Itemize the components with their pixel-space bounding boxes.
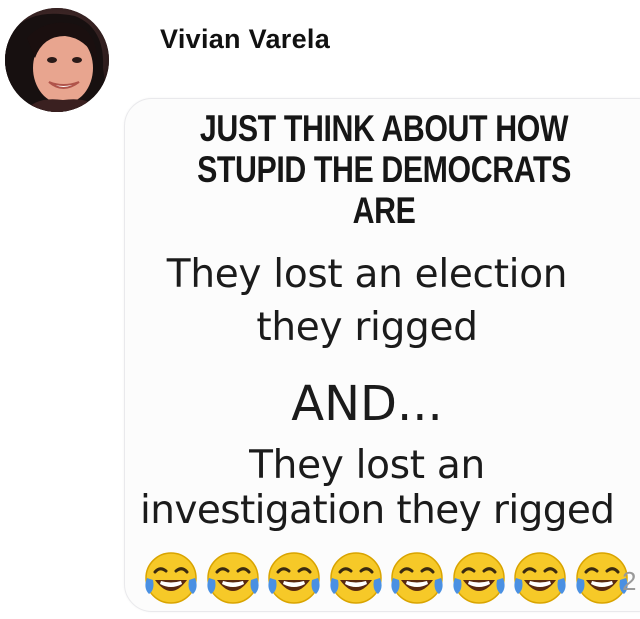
face-with-tears-of-joy-icon [389, 550, 445, 606]
reaction-emoji-row [143, 550, 635, 606]
face-with-tears-of-joy-icon [143, 550, 199, 606]
meme-headline-line-2: STUPID THE DEMOCRATS ARE [197, 149, 571, 231]
meme-line-1: They lost an election [166, 252, 568, 297]
reaction-count[interactable]: 2 [622, 566, 636, 597]
meme-line-3: AND... [291, 376, 443, 432]
author-name[interactable]: Vivian Varela [160, 24, 330, 55]
meme-headline-line-1: JUST THINK ABOUT HOW [199, 108, 569, 149]
face-with-tears-of-joy-icon [266, 550, 322, 606]
avatar[interactable] [5, 8, 109, 112]
face-with-tears-of-joy-icon [451, 550, 507, 606]
meme-line-5: investigation they rigged [140, 488, 615, 533]
face-with-tears-of-joy-icon [328, 550, 384, 606]
meme-headline: JUST THINK ABOUT HOW STUPID THE DEMOCRAT… [179, 108, 589, 231]
face-with-tears-of-joy-icon [512, 550, 568, 606]
profile-photo [5, 8, 109, 112]
post-view: Vivian Varela JUST THINK ABOUT HOW STUPI… [0, 0, 640, 619]
face-with-tears-of-joy-icon [205, 550, 261, 606]
meme-line-4: They lost an [249, 443, 485, 488]
meme-line-2: they rigged [256, 305, 478, 350]
